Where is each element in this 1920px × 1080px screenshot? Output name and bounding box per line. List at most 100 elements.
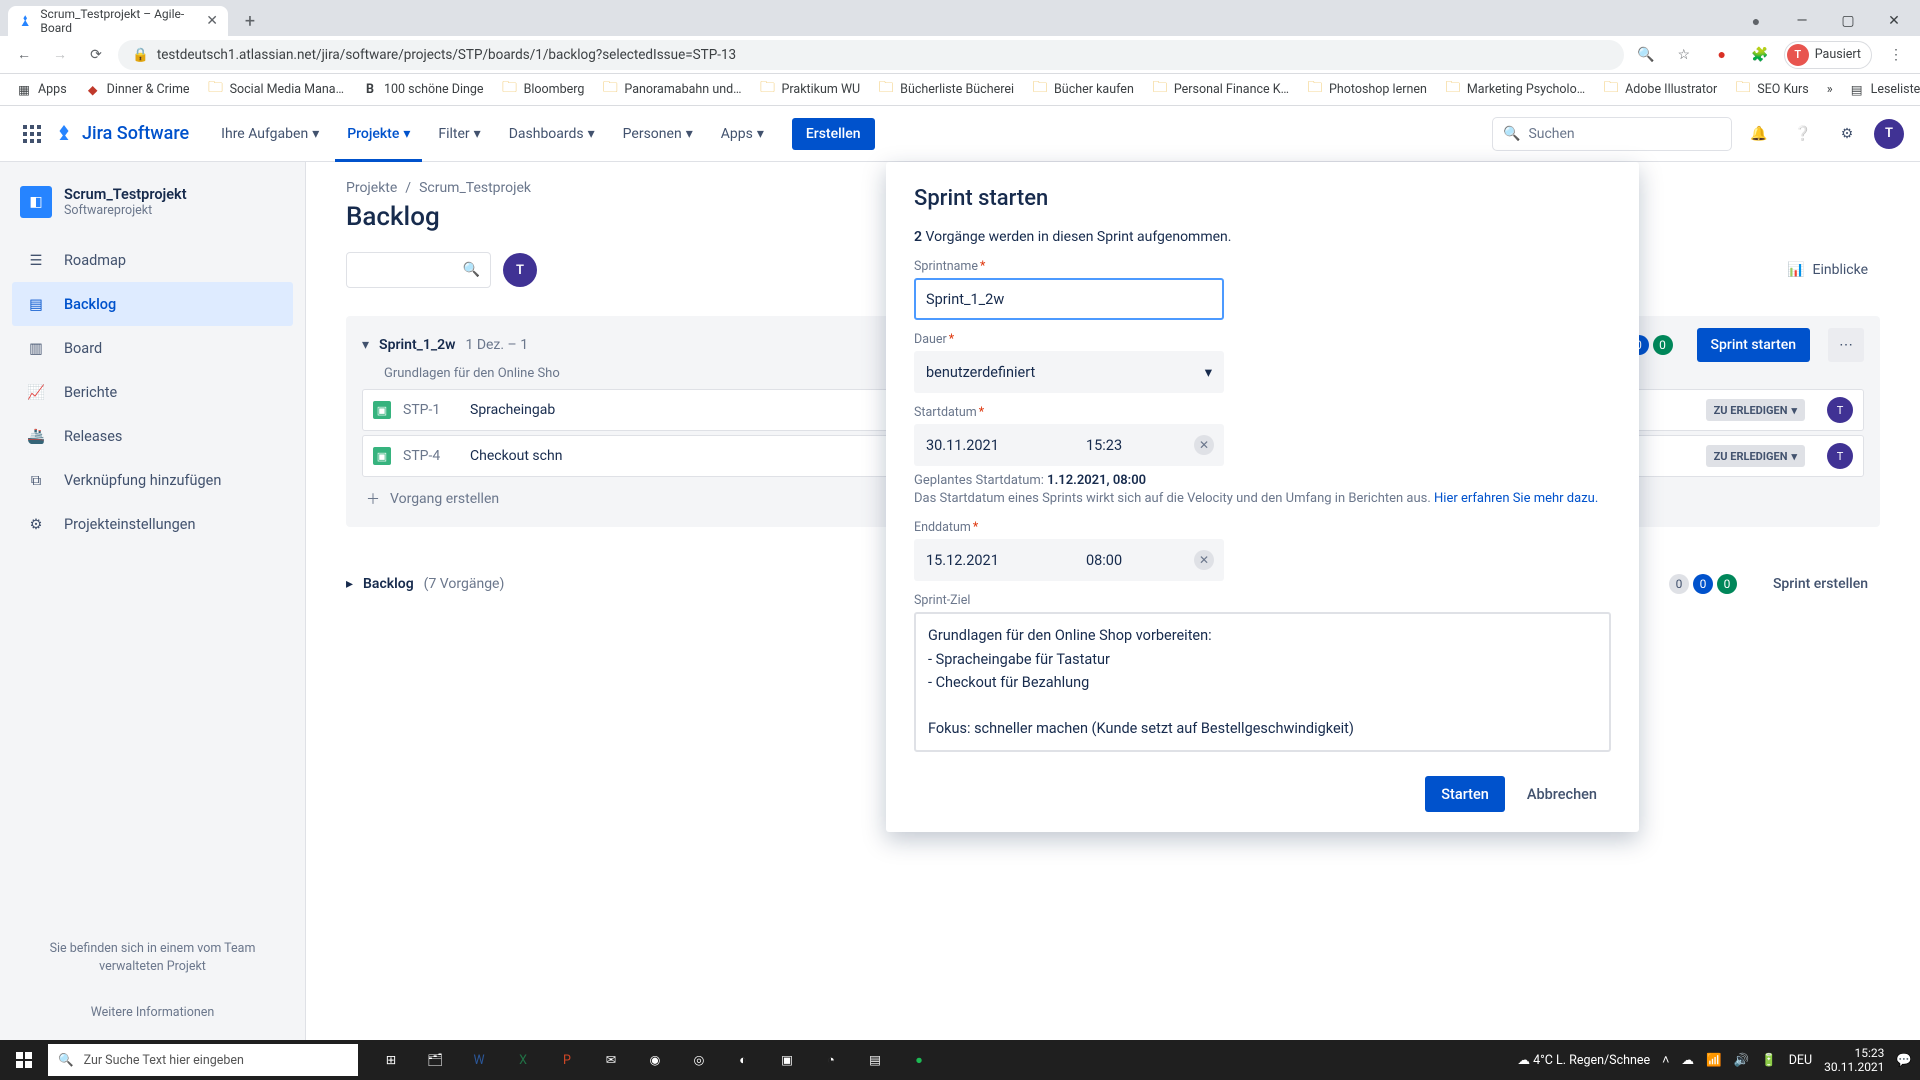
clear-date-icon[interactable]: ✕ — [1194, 550, 1214, 570]
project-header[interactable]: ◧ Scrum_Testprojekt Softwareprojekt — [12, 182, 293, 238]
app-icon[interactable]: ◐ — [722, 1040, 764, 1080]
sidebar-add-link[interactable]: ⧉Verknüpfung hinzufügen — [12, 458, 293, 502]
volume-icon[interactable]: 🔊 — [1734, 1053, 1750, 1068]
app-switcher-icon[interactable] — [16, 118, 48, 150]
bookmark-star-icon[interactable]: ☆ — [1670, 41, 1698, 69]
adblock-icon[interactable]: ● — [1708, 41, 1736, 69]
more-info-link[interactable]: Weitere Informationen — [24, 1005, 281, 1020]
start-sprint-button[interactable]: Sprint starten — [1697, 328, 1810, 362]
wifi-icon[interactable]: 📶 — [1706, 1053, 1722, 1068]
nav-projects[interactable]: Projekte▾ — [335, 106, 422, 162]
bookmark-item[interactable]: 🗀Social Media Mana… — [202, 82, 350, 98]
bookmark-item[interactable]: 🗀Praktikum WU — [754, 82, 867, 98]
file-explorer-icon[interactable]: 🗂 — [414, 1040, 456, 1080]
start-date-input[interactable] — [914, 437, 1074, 454]
end-date-input[interactable] — [914, 552, 1074, 569]
nav-people[interactable]: Personen▾ — [611, 106, 705, 162]
bookmark-item[interactable]: ◆Dinner & Crime — [79, 82, 196, 98]
powerpoint-icon[interactable]: P — [546, 1040, 588, 1080]
bookmark-item[interactable]: 🗀Bücherliste Bücherei — [872, 82, 1020, 98]
chrome-icon[interactable]: ◉ — [634, 1040, 676, 1080]
bookmark-item[interactable]: 🗀Bücher kaufen — [1026, 82, 1140, 98]
spotify-icon[interactable]: ● — [898, 1040, 940, 1080]
crumb-project[interactable]: Scrum_Testprojek — [419, 180, 531, 196]
word-icon[interactable]: W — [458, 1040, 500, 1080]
bookmark-item[interactable]: 🗀Bloomberg — [496, 82, 591, 98]
create-sprint-button[interactable]: Sprint erstellen — [1761, 567, 1880, 601]
bookmark-item[interactable]: 🗀Marketing Psycholo… — [1439, 82, 1591, 98]
excel-icon[interactable]: X — [502, 1040, 544, 1080]
sidebar-releases[interactable]: 🚢Releases — [12, 414, 293, 458]
settings-gear-icon[interactable]: ⚙ — [1830, 117, 1864, 151]
crumb-projects[interactable]: Projekte — [346, 180, 397, 196]
status-pill[interactable]: ZU ERLEDIGEN▾ — [1706, 445, 1805, 467]
status-pill[interactable]: ZU ERLEDIGEN▾ — [1706, 399, 1805, 421]
collapse-icon[interactable]: ▾ — [362, 337, 369, 353]
create-button[interactable]: Erstellen — [792, 118, 875, 150]
bookmark-item[interactable]: 🗀SEO Kurs — [1729, 82, 1815, 98]
help-icon[interactable]: ❔ — [1786, 117, 1820, 151]
profile-pause-pill[interactable]: T Pausiert — [1784, 41, 1872, 69]
tab-close-icon[interactable]: ✕ — [206, 13, 218, 29]
modal-cancel-button[interactable]: Abbrechen — [1513, 776, 1611, 812]
window-maximize[interactable]: ▢ — [1826, 6, 1870, 36]
nav-reload-icon[interactable]: ⟳ — [82, 41, 110, 69]
bookmark-item[interactable]: 🗀Personal Finance K… — [1146, 82, 1295, 98]
tray-chevron-up-icon[interactable]: ˄ — [1662, 1053, 1669, 1068]
zoom-icon[interactable]: 🔍 — [1632, 41, 1660, 69]
notepad-icon[interactable]: ▤ — [854, 1040, 896, 1080]
sprint-name-input[interactable] — [914, 278, 1224, 320]
reading-list-button[interactable]: ▤Leseliste — [1843, 82, 1920, 98]
sidebar-backlog[interactable]: ▤Backlog — [12, 282, 293, 326]
new-tab-button[interactable]: + — [236, 11, 264, 32]
sprint-more-button[interactable]: ⋯ — [1828, 328, 1864, 362]
start-button[interactable] — [0, 1040, 48, 1080]
nav-your-issues[interactable]: Ihre Aufgaben▾ — [209, 106, 331, 162]
obs-icon[interactable]: ◎ — [678, 1040, 720, 1080]
sidebar-board[interactable]: ▥Board — [12, 326, 293, 370]
browser-menu-icon[interactable]: ⋮ — [1882, 41, 1910, 69]
backlog-search[interactable]: 🔍 — [346, 252, 491, 288]
mail-icon[interactable]: ✉ — [590, 1040, 632, 1080]
nav-back-icon[interactable]: ← — [10, 41, 38, 69]
learn-more-link[interactable]: Hier erfahren Sie mehr dazu. — [1434, 491, 1598, 506]
duration-select[interactable]: benutzerdefiniert ▾ — [914, 351, 1224, 393]
window-minimize[interactable]: — — [1780, 6, 1824, 36]
expand-icon[interactable]: ▸ — [346, 576, 353, 592]
nav-dashboards[interactable]: Dashboards▾ — [497, 106, 607, 162]
bookmark-item[interactable]: 🗀Panoramabahn und… — [596, 82, 747, 98]
assignee-avatar[interactable]: T — [1827, 443, 1853, 469]
language-indicator[interactable]: DEU — [1789, 1053, 1812, 1068]
battery-icon[interactable]: 🔋 — [1761, 1053, 1777, 1068]
url-field[interactable]: 🔒 testdeutsch1.atlassian.net/jira/softwa… — [118, 40, 1624, 70]
end-date-field[interactable]: ✕ — [914, 539, 1224, 581]
end-time-input[interactable] — [1074, 552, 1174, 569]
nav-forward-icon[interactable]: → — [46, 41, 74, 69]
clear-date-icon[interactable]: ✕ — [1194, 435, 1214, 455]
window-close[interactable]: ✕ — [1872, 6, 1916, 36]
nav-apps[interactable]: Apps▾ — [709, 106, 776, 162]
taskbar-search[interactable]: 🔍 Zur Suche Text hier eingeben — [48, 1044, 358, 1076]
bookmark-item[interactable]: 🗀Adobe Illustrator — [1597, 82, 1723, 98]
user-avatar[interactable]: T — [1874, 119, 1904, 149]
account-dot-icon[interactable]: ● — [1734, 6, 1778, 36]
bookmark-apps[interactable]: ▦Apps — [10, 82, 73, 98]
weather-widget[interactable]: ☁ 4°C L. Regen/Schnee — [1517, 1052, 1650, 1068]
jira-logo[interactable]: Jira Software — [52, 122, 189, 146]
bookmark-overflow[interactable]: » — [1821, 82, 1839, 97]
nav-filters[interactable]: Filter▾ — [426, 106, 492, 162]
sidebar-settings[interactable]: ⚙Projekteinstellungen — [12, 502, 293, 546]
modal-start-button[interactable]: Starten — [1425, 776, 1505, 812]
notifications-icon[interactable]: 🔔 — [1742, 117, 1776, 151]
edge-icon[interactable]: ◔ — [810, 1040, 852, 1080]
taskbar-clock[interactable]: 15:23 30.11.2021 — [1824, 1046, 1884, 1075]
start-time-input[interactable] — [1074, 437, 1174, 454]
browser-tab[interactable]: Scrum_Testprojekt – Agile-Board ✕ — [8, 6, 228, 36]
insights-button[interactable]: 📊 Einblicke — [1775, 252, 1880, 288]
start-date-field[interactable]: ✕ — [914, 424, 1224, 466]
sprint-goal-textarea[interactable]: Grundlagen für den Online Shop vorbereit… — [914, 612, 1611, 752]
action-center-icon[interactable]: 💬 — [1896, 1053, 1912, 1068]
assignee-filter-avatar[interactable]: T — [503, 253, 537, 287]
assignee-avatar[interactable]: T — [1827, 397, 1853, 423]
bookmark-item[interactable]: 🗀Photoshop lernen — [1301, 82, 1433, 98]
